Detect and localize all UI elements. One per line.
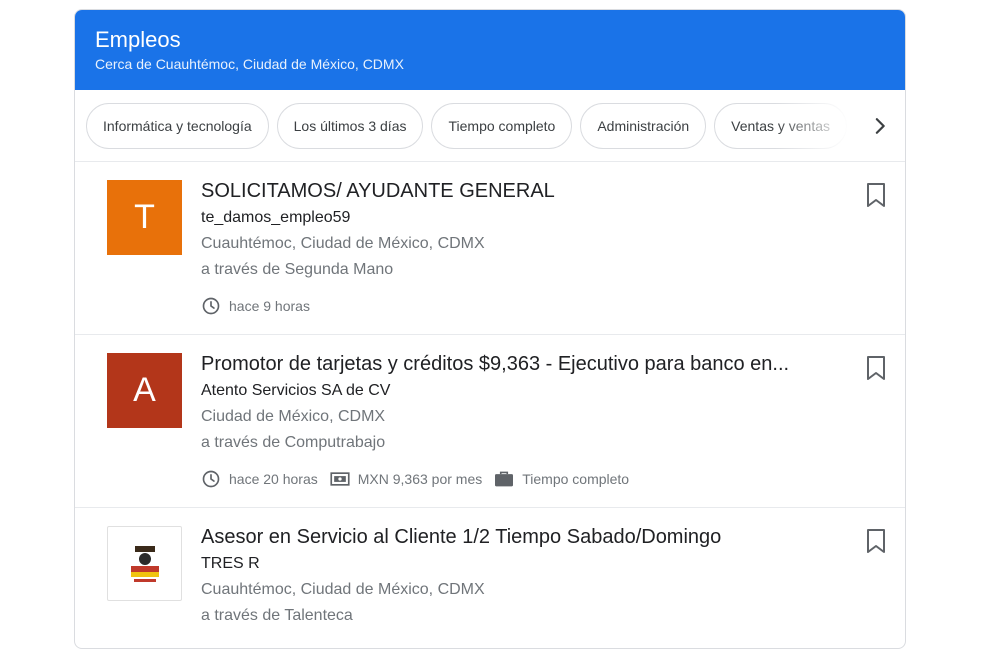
- job-title[interactable]: Asesor en Servicio al Cliente 1/2 Tiempo…: [201, 523, 825, 551]
- company-logo: A: [107, 353, 182, 428]
- clock-icon: [202, 297, 220, 315]
- job-company: te_damos_empleo59: [201, 209, 351, 226]
- job-posted: hace 20 horas: [201, 469, 318, 489]
- job-posted-text: hace 9 horas: [229, 298, 310, 314]
- job-location: Cuauhtémoc, Ciudad de México, CDMX: [201, 235, 485, 252]
- filter-chip-administracion[interactable]: Administración: [580, 103, 707, 149]
- filter-chips: Informática y tecnología Los últimos 3 d…: [75, 90, 905, 161]
- job-details: Asesor en Servicio al Cliente 1/2 Tiempo…: [201, 523, 825, 629]
- job-schedule: Tiempo completo: [494, 470, 629, 488]
- filter-chips-row: Informática y tecnología Los últimos 3 d…: [75, 90, 905, 162]
- bookmark-icon: [867, 183, 885, 207]
- filter-chip-informatica[interactable]: Informática y tecnología: [86, 103, 269, 149]
- bookmark-icon: [867, 356, 885, 380]
- job-salary: MXN 9,363 por mes: [330, 471, 483, 487]
- save-job-button[interactable]: [864, 354, 888, 382]
- job-meta: hace 20 horas MXN 9,363 por mes Tiempo c…: [201, 469, 825, 489]
- job-details: SOLICITAMOS/ AYUDANTE GENERAL te_damos_e…: [201, 177, 825, 316]
- jobs-title: Empleos: [95, 27, 181, 52]
- company-logo: T: [107, 180, 182, 255]
- job-title[interactable]: SOLICITAMOS/ AYUDANTE GENERAL: [201, 177, 825, 205]
- job-salary-text: MXN 9,363 por mes: [357, 471, 483, 487]
- job-company: TRES R: [201, 555, 260, 572]
- money-icon: [330, 472, 350, 486]
- jobs-card: Empleos Cerca de Cuauhtémoc, Ciudad de M…: [74, 9, 906, 649]
- filter-chip-ventas[interactable]: Ventas y ventas: [714, 103, 848, 149]
- job-listing[interactable]: T SOLICITAMOS/ AYUDANTE GENERAL te_damos…: [75, 162, 905, 335]
- clock-icon: [202, 470, 220, 488]
- job-schedule-text: Tiempo completo: [522, 471, 630, 487]
- job-source: a través de Talenteca: [201, 607, 353, 624]
- save-job-button[interactable]: [864, 527, 888, 555]
- job-title[interactable]: Promotor de tarjetas y créditos $9,363 -…: [201, 350, 825, 378]
- briefcase-icon: [495, 471, 514, 487]
- job-source: a través de Segunda Mano: [201, 261, 394, 278]
- filter-chip-tiempo-completo[interactable]: Tiempo completo: [431, 103, 573, 149]
- jobs-location-subtitle: Cerca de Cuauhtémoc, Ciudad de México, C…: [95, 56, 404, 72]
- job-posted: hace 9 horas: [201, 296, 310, 316]
- save-job-button[interactable]: [864, 181, 888, 209]
- job-location: Cuauhtémoc, Ciudad de México, CDMX: [201, 581, 485, 598]
- job-details: Promotor de tarjetas y créditos $9,363 -…: [201, 350, 825, 489]
- job-source: a través de Computrabajo: [201, 434, 386, 451]
- jobs-header[interactable]: Empleos Cerca de Cuauhtémoc, Ciudad de M…: [75, 10, 905, 90]
- filter-chip-ultimos-3-dias[interactable]: Los últimos 3 días: [276, 103, 424, 149]
- chevron-right-icon: [875, 118, 885, 134]
- company-logo-image: [130, 545, 159, 582]
- chips-next-button[interactable]: [865, 111, 895, 141]
- job-listing[interactable]: A Promotor de tarjetas y créditos $9,363…: [75, 335, 905, 508]
- bookmark-icon: [867, 529, 885, 553]
- company-logo: [107, 526, 182, 601]
- job-listing[interactable]: Asesor en Servicio al Cliente 1/2 Tiempo…: [75, 508, 905, 648]
- job-posted-text: hace 20 horas: [229, 471, 318, 487]
- job-meta: hace 9 horas: [201, 296, 825, 316]
- job-location: Ciudad de México, CDMX: [201, 408, 386, 425]
- job-company: Atento Servicios SA de CV: [201, 382, 391, 399]
